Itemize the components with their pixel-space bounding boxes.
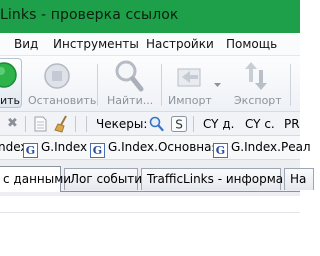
toolbar-separator xyxy=(290,64,291,106)
start-icon xyxy=(0,61,18,92)
cy-s-checker[interactable]: CY с. xyxy=(245,117,275,131)
toolbar-separator xyxy=(75,116,76,132)
s-checker-icon[interactable]: S xyxy=(171,116,187,132)
window-title: Links - проверка ссылок xyxy=(0,7,179,23)
import-button[interactable]: Импорт xyxy=(166,56,224,112)
start-button[interactable]: ить xyxy=(0,56,22,112)
toolbar-separator xyxy=(161,64,162,106)
export-button[interactable]: Экспорт xyxy=(230,56,286,112)
menu-bar: Вид Инструменты Настройки Помощь xyxy=(0,33,300,56)
toolbar-separator xyxy=(97,64,98,106)
tab-data[interactable]: с данными xyxy=(0,166,71,192)
checkers-label: Чекеры: xyxy=(96,117,148,131)
tab-event-log[interactable]: Лог событий xyxy=(64,168,150,190)
favorite-item[interactable]: G G.Index xyxy=(23,140,87,158)
data-grid[interactable] xyxy=(0,196,300,256)
toolbar-separator xyxy=(86,116,87,132)
stop-label: Остановить xyxy=(28,94,97,107)
main-toolbar: ить Остановить Найти... Импорт Экспорт xyxy=(0,56,300,112)
svg-text:S: S xyxy=(175,118,183,132)
grid-line xyxy=(0,212,300,213)
tab-more[interactable]: На xyxy=(284,168,314,190)
export-label: Экспорт xyxy=(234,94,282,107)
favorite-item[interactable]: G G.Index.Реал xyxy=(213,140,311,158)
menu-view[interactable]: Вид xyxy=(14,37,38,51)
menu-help[interactable]: Помощь xyxy=(226,37,277,51)
stop-icon xyxy=(43,62,71,93)
import-label: Импорт xyxy=(168,94,212,107)
dropdown-arrow-icon[interactable] xyxy=(214,78,221,91)
search-checker-icon[interactable] xyxy=(149,116,164,132)
document-icon[interactable] xyxy=(34,116,47,132)
menu-settings[interactable]: Настройки xyxy=(146,37,214,51)
toolbar-separator xyxy=(193,116,194,132)
toolbar-separator xyxy=(25,116,26,132)
magnifier-icon xyxy=(113,58,145,95)
tab-trafficlinks-info[interactable]: TrafficLinks - информация xyxy=(141,168,306,190)
google-icon: G xyxy=(90,143,105,158)
pr-checker[interactable]: PR xyxy=(284,117,300,131)
stop-button[interactable]: Остановить xyxy=(26,56,96,112)
title-bar: Links - проверка ссылок xyxy=(0,0,300,33)
broom-icon[interactable] xyxy=(54,115,70,133)
secondary-toolbar: ✖ Чекеры: S CY д. CY с. PR xyxy=(0,112,300,136)
start-label: ить xyxy=(0,94,21,107)
favorites-bar: ndex G G.Index G G.Index.Основная G G.Index… xyxy=(0,136,311,160)
import-icon xyxy=(176,64,206,93)
find-button[interactable]: Найти... xyxy=(104,56,156,112)
favorite-item[interactable]: G G.Index.Основная xyxy=(90,140,219,158)
cy-d-checker[interactable]: CY д. xyxy=(203,117,234,131)
google-icon: G xyxy=(213,143,228,158)
export-icon xyxy=(244,60,268,95)
google-icon: G xyxy=(23,143,38,158)
delete-icon[interactable]: ✖ xyxy=(7,112,18,136)
menu-tools[interactable]: Инструменты xyxy=(53,37,139,51)
find-label: Найти... xyxy=(107,94,154,107)
